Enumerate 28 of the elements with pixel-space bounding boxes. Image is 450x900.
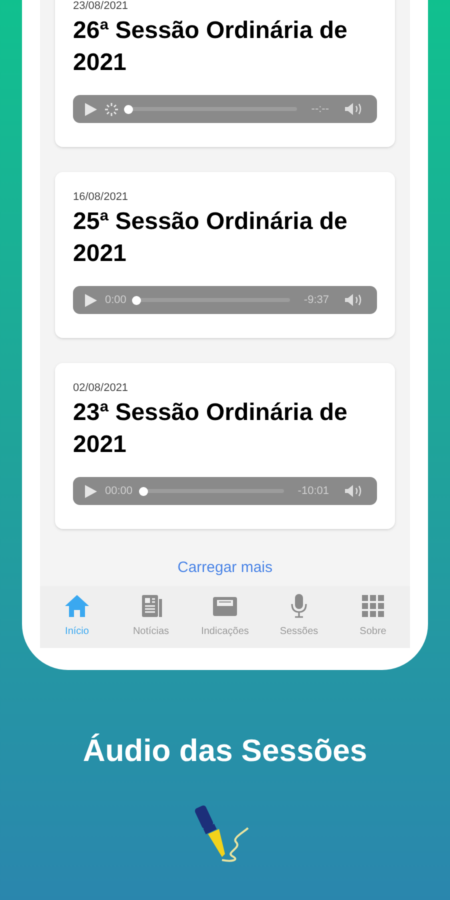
audio-player[interactable]: --:--: [73, 95, 377, 123]
remaining-time: --:--: [311, 102, 329, 117]
play-icon[interactable]: [85, 294, 97, 306]
tab[interactable]: Indicações: [188, 592, 262, 648]
tab[interactable]: Notícias: [114, 592, 188, 648]
play-icon[interactable]: [85, 102, 97, 116]
elapsed-time: 00:00: [105, 484, 133, 499]
audio-player[interactable]: 00:00 -10:01: [73, 477, 377, 505]
seek-thumb[interactable]: [124, 104, 133, 114]
play-icon[interactable]: [85, 484, 97, 498]
session-title: 26ª Sessão Ordinária de 2021: [73, 16, 348, 78]
caption: Áudio das Sessões: [82, 732, 368, 770]
remaining-time: -9:37: [304, 292, 329, 308]
seek-thumb[interactable]: [132, 296, 142, 304]
session-date: 23/08/2021: [73, 0, 130, 13]
tab[interactable]: Sobre: [336, 592, 410, 648]
audio-player[interactable]: 0:00 -9:37: [73, 286, 377, 314]
session-date: 16/08/2021: [73, 190, 130, 204]
session-title: 25ª Sessão Ordinária de 2021: [73, 207, 348, 269]
tab[interactable]: Início: [40, 592, 114, 648]
remaining-time: -10:01: [298, 484, 329, 499]
tab[interactable]: Sessões: [262, 592, 336, 648]
seek-thumb[interactable]: [138, 486, 148, 496]
session-date: 02/08/2021: [73, 381, 130, 395]
session-title: 23ª Sessão Ordinária de 2021: [73, 398, 348, 460]
elapsed-time: 0:00: [105, 292, 126, 308]
loading-spinner-icon: [105, 102, 118, 116]
load-more-link[interactable]: Carregar mais: [177, 557, 273, 580]
